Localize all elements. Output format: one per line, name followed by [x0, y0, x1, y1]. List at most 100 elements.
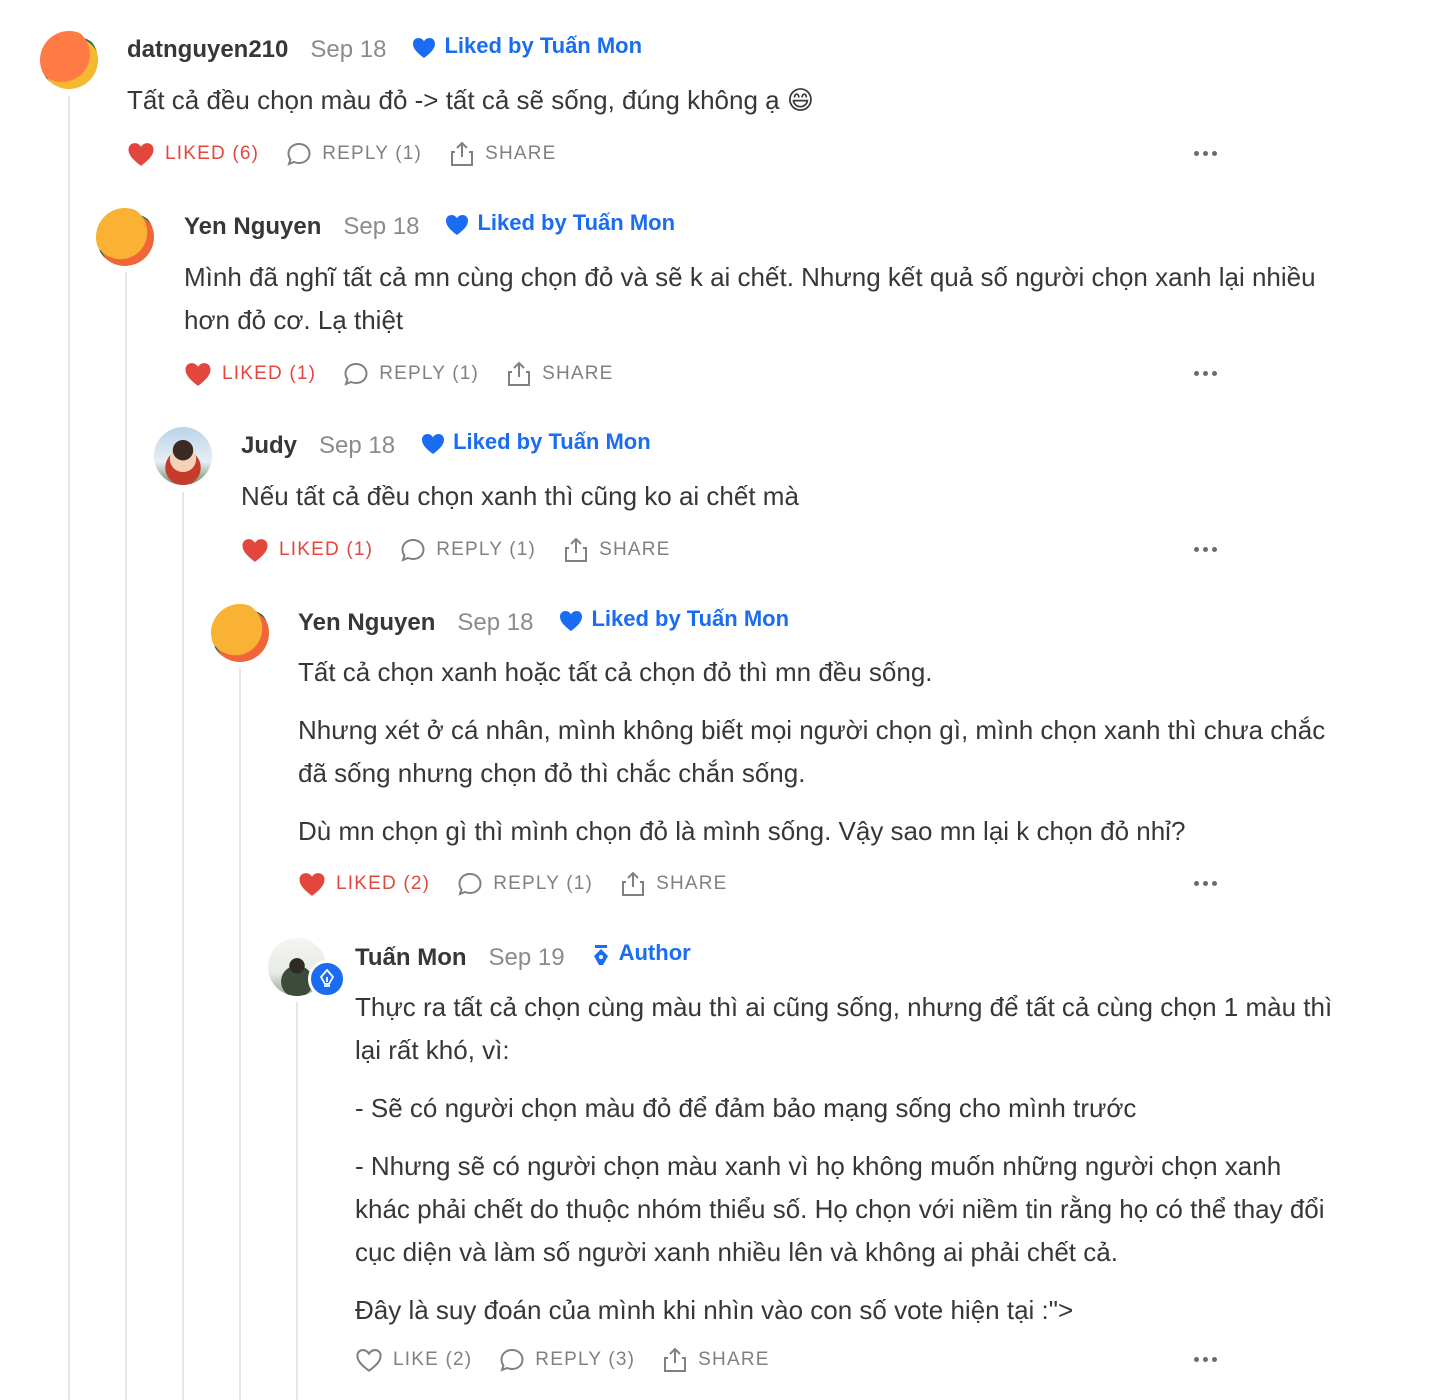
share-icon — [622, 871, 645, 896]
comment-author[interactable]: datnguyen210 — [127, 36, 288, 64]
liked-by-author: Liked by Tuấn Mon — [445, 210, 675, 236]
share-label: SHARE — [656, 873, 728, 894]
comment-author[interactable]: Tuấn Mon — [355, 944, 467, 972]
share-icon — [664, 1347, 687, 1372]
avatar[interactable] — [154, 427, 212, 485]
comment-date[interactable]: Sep 18 — [343, 213, 419, 241]
liked-by-author: Liked by Tuấn Mon — [559, 606, 789, 632]
comment-actions: LIKED (6) REPLY (1) SHARE — [127, 140, 1337, 168]
thread-line — [182, 492, 184, 1400]
more-options-icon[interactable] — [1194, 881, 1217, 886]
comment-body: Nếu tất cả đều chọn xanh thì cũng ko ai … — [241, 475, 1331, 533]
share-label: SHARE — [698, 1349, 770, 1370]
like-button[interactable]: LIKED (6) — [127, 142, 259, 167]
like-button[interactable]: LIKED (2) — [298, 872, 430, 897]
like-button[interactable]: LIKED (1) — [184, 362, 316, 387]
heart-filled-icon — [185, 362, 211, 386]
share-button[interactable]: SHARE — [449, 140, 556, 168]
author-badge-icon — [308, 960, 346, 998]
like-label: LIKED (6) — [165, 143, 260, 164]
comment-paragraph: - Sẽ có người chọn màu đỏ để đảm bảo mạn… — [355, 1093, 1137, 1123]
liked-by-author: Liked by Tuấn Mon — [412, 33, 642, 59]
comment-date[interactable]: Sep 18 — [319, 432, 395, 460]
author-label: Author — [618, 940, 691, 965]
comment-author[interactable]: Judy — [241, 432, 297, 460]
liked-by-author: Liked by Tuấn Mon — [421, 429, 651, 455]
comment-body: Tất cả chọn xanh hoặc tất cả chọn đỏ thì… — [298, 651, 1328, 868]
share-label: SHARE — [599, 539, 671, 560]
comment-paragraph: Dù mn chọn gì thì mình chọn đỏ là mình s… — [298, 816, 1186, 846]
speech-bubble-icon — [344, 362, 368, 386]
like-label: LIKED (1) — [222, 363, 317, 384]
reply-label: REPLY (1) — [322, 143, 423, 164]
more-options-icon[interactable] — [1194, 1357, 1217, 1362]
share-icon — [565, 537, 588, 562]
thread-line — [296, 1002, 298, 1400]
like-label: LIKED (2) — [336, 873, 431, 894]
heart-filled-icon — [128, 142, 154, 166]
thread-line — [239, 668, 241, 1400]
comment-paragraph: Mình đã nghĩ tất cả mn cùng chọn đỏ và s… — [184, 262, 1316, 335]
like-button[interactable]: LIKED (1) — [241, 538, 373, 563]
share-icon — [508, 361, 531, 386]
comment-paragraph: Thực ra tất cả chọn cùng màu thì ai cũng… — [355, 992, 1333, 1065]
comment-paragraph: Tất cả đều chọn màu đỏ -> tất cả sẽ sống… — [127, 85, 814, 115]
thread-line — [68, 96, 70, 1400]
comment-paragraph: Nếu tất cả đều chọn xanh thì cũng ko ai … — [241, 481, 799, 511]
heart-outline-icon — [356, 1348, 382, 1372]
avatar[interactable] — [211, 604, 269, 662]
thread-line — [125, 272, 127, 1400]
comment-body: Mình đã nghĩ tất cả mn cùng chọn đỏ và s… — [184, 256, 1324, 357]
comment-body: Thực ra tất cả chọn cùng màu thì ai cũng… — [355, 986, 1340, 1347]
reply-button[interactable]: REPLY (3) — [499, 1347, 635, 1373]
share-label: SHARE — [542, 363, 614, 384]
reply-button[interactable]: REPLY (1) — [343, 361, 479, 387]
heart-filled-icon — [242, 538, 268, 562]
heart-icon — [413, 38, 436, 58]
heart-icon — [446, 215, 469, 235]
reply-label: REPLY (1) — [379, 363, 480, 384]
comment-author[interactable]: Yen Nguyen — [298, 609, 435, 637]
comment-date[interactable]: Sep 18 — [457, 609, 533, 637]
liked-by-label: Liked by Tuấn Mon — [444, 33, 643, 58]
comment-date[interactable]: Sep 18 — [310, 36, 386, 64]
share-button[interactable]: SHARE — [620, 870, 727, 898]
reply-label: REPLY (1) — [436, 539, 537, 560]
heart-icon — [560, 611, 583, 631]
comment-actions: LIKED (1) REPLY (1) SHARE — [241, 536, 1337, 564]
more-options-icon[interactable] — [1194, 547, 1217, 552]
speech-bubble-icon — [287, 142, 311, 166]
comment-paragraph: Tất cả chọn xanh hoặc tất cả chọn đỏ thì… — [298, 657, 933, 687]
like-label: LIKE (2) — [393, 1349, 473, 1370]
reply-button[interactable]: REPLY (1) — [400, 537, 536, 563]
reply-button[interactable]: REPLY (1) — [457, 871, 593, 897]
comment-paragraph: Đây là suy đoán của mình khi nhìn vào co… — [355, 1295, 1074, 1325]
author-tag: Author — [591, 940, 691, 966]
reply-button[interactable]: REPLY (1) — [286, 141, 422, 167]
speech-bubble-icon — [500, 1348, 524, 1372]
more-options-icon[interactable] — [1194, 151, 1217, 156]
comment-body: Tất cả đều chọn màu đỏ -> tất cả sẽ sống… — [127, 79, 1337, 137]
reply-label: REPLY (3) — [535, 1349, 636, 1370]
avatar[interactable] — [40, 31, 98, 89]
comment-actions: LIKE (2) REPLY (3) SHARE — [355, 1346, 1337, 1374]
liked-by-label: Liked by Tuấn Mon — [591, 606, 790, 631]
share-button[interactable]: SHARE — [662, 1346, 769, 1374]
comment-author[interactable]: Yen Nguyen — [184, 213, 321, 241]
more-options-icon[interactable] — [1194, 371, 1217, 376]
share-button[interactable]: SHARE — [563, 536, 670, 564]
comment-date[interactable]: Sep 19 — [489, 944, 565, 972]
share-icon — [451, 141, 474, 166]
pen-nib-icon — [593, 945, 608, 965]
liked-by-label: Liked by Tuấn Mon — [477, 210, 676, 235]
share-label: SHARE — [485, 143, 557, 164]
comment-actions: LIKED (1) REPLY (1) SHARE — [184, 360, 1337, 388]
share-button[interactable]: SHARE — [506, 360, 613, 388]
avatar[interactable] — [96, 208, 154, 266]
speech-bubble-icon — [458, 872, 482, 896]
like-label: LIKED (1) — [279, 539, 374, 560]
heart-icon — [422, 434, 445, 454]
speech-bubble-icon — [401, 538, 425, 562]
like-button[interactable]: LIKE (2) — [355, 1348, 472, 1373]
comment-actions: LIKED (2) REPLY (1) SHARE — [298, 870, 1337, 898]
